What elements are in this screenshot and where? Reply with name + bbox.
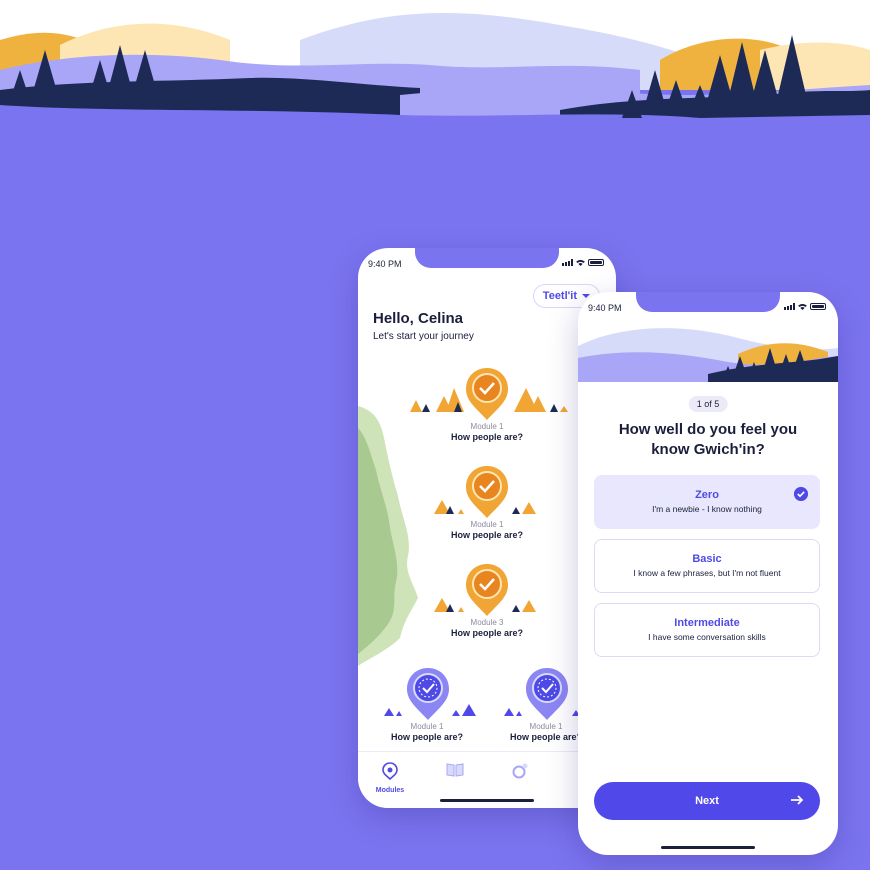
book-icon (446, 763, 464, 777)
landscape-banner (0, 0, 870, 130)
check-circle-icon (794, 487, 808, 501)
option-zero[interactable]: Zero I'm a newbie - I know nothing (594, 475, 820, 529)
greeting-title: Hello, Celina (373, 310, 464, 327)
option-intermediate[interactable]: Intermediate I have some conversation sk… (594, 603, 820, 657)
module-card[interactable]: Module 3 How people are? (427, 618, 547, 639)
module-title: How people are? (450, 530, 523, 540)
question-title: How well do you feel you know Gwich'in? (618, 421, 798, 458)
module-card[interactable]: Module 1 How people are? (427, 422, 547, 443)
option-description: I have some conversation skills (648, 632, 766, 642)
home-indicator (440, 799, 534, 802)
in-progress-pin-icon[interactable] (524, 666, 570, 722)
module-number: Module 1 (470, 422, 504, 431)
next-button-label: Next (695, 795, 719, 807)
home-indicator (661, 846, 755, 849)
tab-gender[interactable] (500, 762, 540, 785)
module-title: How people are? (450, 628, 523, 638)
battery-icon (588, 259, 604, 266)
in-progress-pin-icon[interactable] (405, 666, 451, 722)
option-title: Zero (695, 489, 719, 501)
tab-modules-label: Modules (375, 787, 405, 794)
completed-pin-icon[interactable] (464, 562, 510, 618)
signal-icon (562, 259, 573, 266)
option-title: Basic (692, 553, 722, 565)
module-number: Module 1 (410, 722, 444, 731)
step-indicator: 1 of 5 (688, 396, 728, 412)
signal-icon (784, 303, 795, 310)
module-title: How people are? (450, 432, 523, 442)
battery-icon (810, 303, 826, 310)
phone-notch (636, 292, 780, 312)
module-card[interactable]: Module 1 How people are? (427, 520, 547, 541)
option-description: I'm a newbie - I know nothing (652, 504, 762, 514)
status-time: 9:40 PM (588, 303, 622, 313)
landscape-header (578, 318, 838, 382)
tab-book[interactable] (435, 762, 475, 783)
module-card[interactable]: Module 1 How people are? (367, 722, 487, 743)
status-icons (562, 259, 604, 266)
gender-icon (512, 763, 528, 779)
next-button[interactable]: Next (594, 782, 820, 820)
wifi-icon (576, 259, 585, 266)
status-icons (784, 303, 826, 310)
option-basic[interactable]: Basic I know a few phrases, but I'm not … (594, 539, 820, 593)
greeting-subtitle: Let's start your journey (373, 331, 474, 342)
tab-modules[interactable]: Modules (370, 762, 410, 794)
language-label: Teetl'it (542, 290, 577, 302)
module-title: How people are? (390, 732, 463, 742)
completed-pin-icon[interactable] (464, 366, 510, 422)
option-title: Intermediate (674, 617, 740, 629)
phone-notch (415, 248, 559, 268)
arrow-right-icon (791, 795, 804, 805)
module-number: Module 3 (470, 618, 504, 627)
status-time: 9:40 PM (368, 259, 402, 269)
onboarding-phone: 9:40 PM 1 of 5 How well do you feel you … (578, 292, 838, 855)
module-number: Module 1 (470, 520, 504, 529)
map-pin-icon (382, 762, 398, 781)
completed-pin-icon[interactable] (464, 464, 510, 520)
option-description: I know a few phrases, but I'm not fluent (633, 568, 781, 578)
wifi-icon (798, 303, 807, 310)
